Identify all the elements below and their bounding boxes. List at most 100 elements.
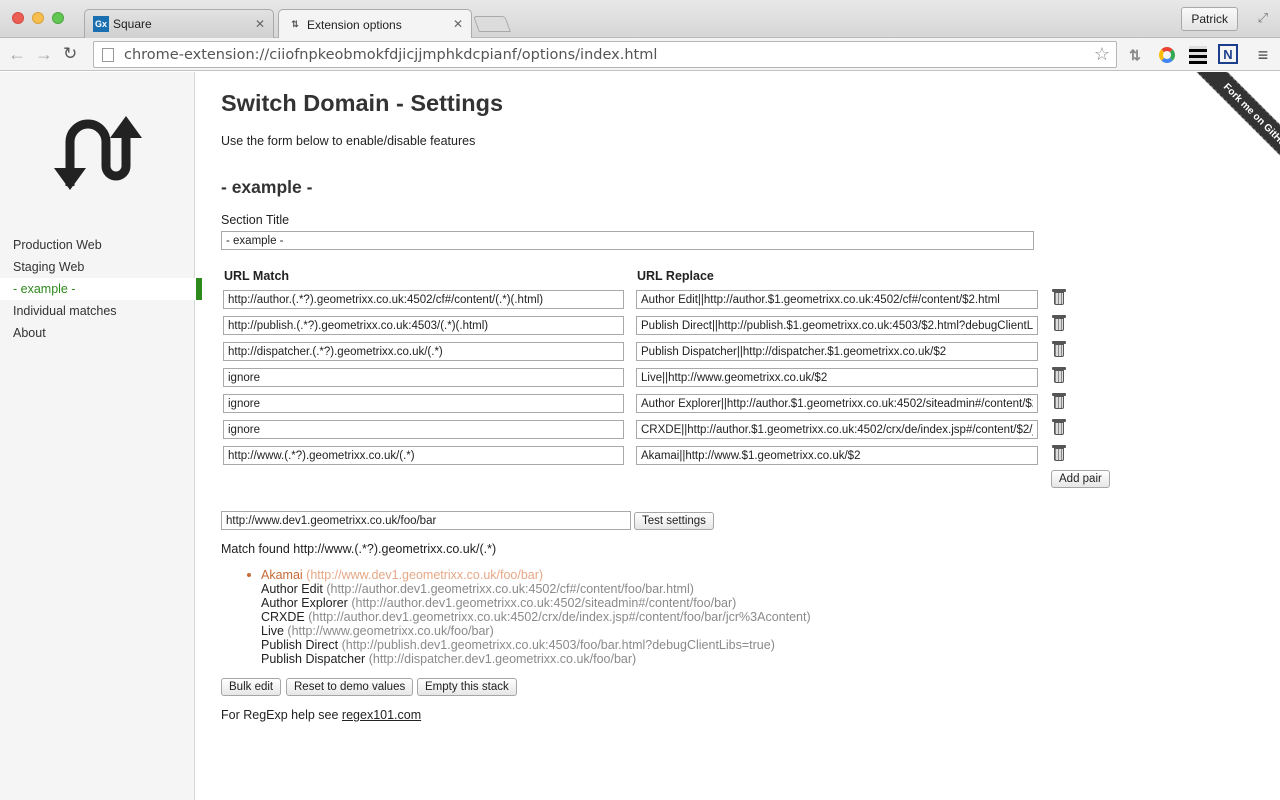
list-item[interactable]: Akamai (http://www.dev1.geometrixx.co.uk… (247, 568, 811, 582)
profile-button[interactable]: Patrick (1181, 7, 1238, 31)
url-match-input[interactable] (223, 342, 624, 361)
sidebar: Production Web Staging Web - example - I… (0, 72, 202, 800)
url-replace-input[interactable] (636, 368, 1038, 387)
sidebar-nav: Production Web Staging Web - example - I… (0, 234, 202, 344)
fullscreen-icon[interactable]: ⤢ (1258, 10, 1268, 26)
window-minimize-button[interactable] (32, 12, 44, 24)
window-maximize-button[interactable] (52, 12, 64, 24)
sidebar-item-individual-matches[interactable]: Individual matches (0, 300, 202, 322)
result-url[interactable]: (http://author.dev1.geometrixx.co.uk:450… (351, 596, 736, 610)
result-url[interactable]: (http://www.dev1.geometrixx.co.uk/foo/ba… (306, 568, 543, 582)
url-replace-input[interactable] (636, 342, 1038, 361)
url-pair-row (221, 314, 1091, 337)
tab-square[interactable]: Gx Square ✕ (84, 9, 274, 38)
forward-arrow-icon[interactable]: → (35, 44, 53, 64)
window-titlebar: Gx Square ✕ ⇅ Extension options ✕ Patric… (0, 0, 1280, 39)
list-item[interactable]: CRXDE (http://author.dev1.geometrixx.co.… (261, 610, 811, 624)
url-match-input[interactable] (223, 290, 624, 309)
add-pair-button[interactable]: Add pair (1051, 470, 1110, 488)
bulk-edit-button[interactable]: Bulk edit (221, 678, 282, 696)
url-match-input[interactable] (223, 446, 624, 465)
new-tab-button[interactable] (473, 16, 511, 32)
trash-icon[interactable] (1052, 392, 1066, 410)
reset-demo-button[interactable]: Reset to demo values (286, 678, 414, 696)
page-title: Switch Domain - Settings (221, 90, 504, 116)
trash-icon[interactable] (1052, 314, 1066, 332)
page-icon (102, 47, 114, 62)
trash-icon[interactable] (1052, 288, 1066, 306)
tab-title: Square (113, 17, 152, 31)
result-url[interactable]: (http://www.geometrixx.co.uk/foo/bar) (287, 624, 493, 638)
bookmark-star-icon[interactable]: ☆ (1094, 44, 1110, 65)
trash-icon[interactable] (1052, 340, 1066, 358)
back-arrow-icon[interactable]: ← (8, 44, 26, 64)
url-match-heading: URL Match (224, 269, 290, 283)
url-replace-input[interactable] (636, 290, 1038, 309)
list-item[interactable]: Live (http://www.geometrixx.co.uk/foo/ba… (261, 624, 811, 638)
url-pair-row (221, 366, 1091, 389)
switch-domain-extension-icon[interactable]: ⇅ (1124, 44, 1146, 66)
list-item[interactable]: Publish Dispatcher (http://dispatcher.de… (261, 652, 811, 666)
result-url[interactable]: (http://dispatcher.dev1.geometrixx.co.uk… (369, 652, 637, 666)
reload-icon[interactable]: ↻ (63, 44, 77, 64)
list-item[interactable]: Publish Direct (http://publish.dev1.geom… (261, 638, 811, 652)
trash-icon[interactable] (1052, 444, 1066, 462)
gx-icon: Gx (93, 16, 109, 32)
url-replace-input[interactable] (636, 446, 1038, 465)
github-ribbon[interactable]: Fork me on GitHub (1180, 72, 1280, 182)
switch-domain-logo-icon (54, 116, 142, 190)
url-replace-input[interactable] (636, 394, 1038, 413)
result-name: Live (261, 624, 284, 638)
result-name: CRXDE (261, 610, 305, 624)
test-settings-button[interactable]: Test settings (634, 512, 714, 530)
intro-text: Use the form below to enable/disable fea… (221, 134, 476, 148)
list-item[interactable]: Author Explorer (http://author.dev1.geom… (261, 596, 811, 610)
switch-domain-icon: ⇅ (291, 19, 299, 29)
color-ring-extension-icon[interactable] (1156, 44, 1178, 66)
menu-icon[interactable]: ≡ (1252, 44, 1274, 66)
trash-icon[interactable] (1052, 418, 1066, 436)
url-replace-input[interactable] (636, 420, 1038, 439)
regexp-help-text: For RegExp help see regex101.com (221, 708, 421, 722)
tab-close-icon[interactable]: ✕ (453, 17, 463, 31)
url-pair-row (221, 288, 1091, 311)
qr-code-extension-icon[interactable] (1187, 44, 1209, 66)
url-pair-row (221, 392, 1091, 415)
url-match-input[interactable] (223, 394, 624, 413)
section-title-label: Section Title (221, 213, 290, 227)
help-prefix: For RegExp help see (221, 708, 339, 722)
url-pair-row (221, 418, 1091, 441)
url-match-input[interactable] (223, 368, 624, 387)
url-replace-heading: URL Replace (637, 269, 714, 283)
window-close-button[interactable] (12, 12, 24, 24)
result-name: Author Explorer (261, 596, 348, 610)
sidebar-item-about[interactable]: About (0, 322, 202, 344)
result-url[interactable]: (http://author.dev1.geometrixx.co.uk:450… (326, 582, 694, 596)
regex101-link[interactable]: regex101.com (342, 708, 421, 722)
match-found-text: Match found http://www.(.*?).geometrixx.… (221, 542, 497, 556)
section-title-input[interactable] (221, 231, 1034, 250)
result-name: Akamai (261, 568, 303, 582)
test-url-input[interactable] (221, 511, 631, 530)
sidebar-item-staging-web[interactable]: Staging Web (0, 256, 202, 278)
results-list: Akamai (http://www.dev1.geometrixx.co.uk… (247, 568, 811, 666)
result-url[interactable]: (http://publish.dev1.geometrixx.co.uk:45… (342, 638, 775, 652)
tab-close-icon[interactable]: ✕ (255, 17, 265, 31)
trash-icon[interactable] (1052, 366, 1066, 384)
url-match-input[interactable] (223, 316, 624, 335)
url-pair-row (221, 340, 1091, 363)
tab-title: Extension options (307, 17, 402, 32)
address-url[interactable]: chrome-extension://ciiofnpkeobmokfdjicjj… (124, 47, 657, 63)
empty-stack-button[interactable]: Empty this stack (417, 678, 517, 696)
result-url[interactable]: (http://author.dev1.geometrixx.co.uk:450… (308, 610, 810, 624)
n-extension-icon[interactable]: N (1218, 44, 1238, 64)
address-bar[interactable]: chrome-extension://ciiofnpkeobmokfdjicjj… (93, 41, 1117, 68)
url-replace-input[interactable] (636, 316, 1038, 335)
url-match-input[interactable] (223, 420, 624, 439)
sidebar-item-production-web[interactable]: Production Web (0, 234, 202, 256)
result-name: Publish Dispatcher (261, 652, 366, 666)
list-item[interactable]: Author Edit (http://author.dev1.geometri… (261, 582, 811, 596)
tab-extension-options[interactable]: ⇅ Extension options ✕ (278, 9, 472, 39)
sidebar-item-example[interactable]: - example - (0, 278, 202, 300)
fork-me-ribbon-label[interactable]: Fork me on GitHub (1189, 72, 1280, 182)
